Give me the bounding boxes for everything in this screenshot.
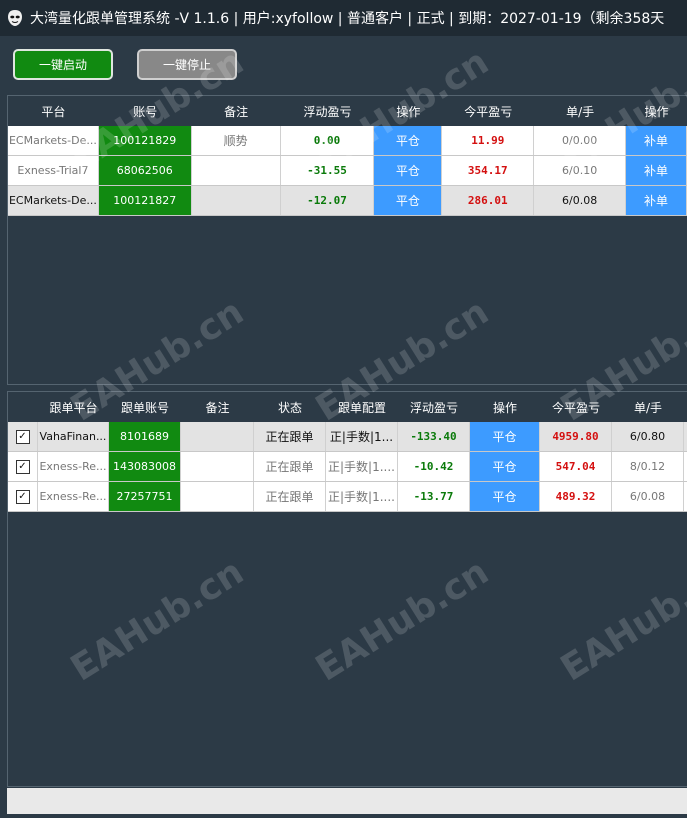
master-table-header: 平台 账号 备注 浮动盈亏 操作 今平盈亏 单/手 操作 — [8, 96, 687, 126]
col-orders-lots[interactable]: 单/手 — [612, 392, 684, 422]
close-position-button[interactable]: 平仓 — [374, 186, 443, 215]
note-cell[interactable]: 顺势 — [192, 126, 281, 155]
add-order-button[interactable]: 补单 — [626, 126, 687, 155]
orders-lots-cell: 6/0.08 — [612, 482, 684, 511]
col-note[interactable]: 备注 — [181, 392, 254, 422]
mask-app-icon — [8, 10, 22, 26]
today-pl-cell: 11.99 — [442, 126, 535, 155]
platform-cell: Exness-Trial7 — [8, 156, 99, 185]
today-pl-cell: 489.32 — [540, 482, 612, 511]
col-follow-config[interactable]: 跟单配置 — [326, 392, 398, 422]
platform-cell: VahaFinan... — [38, 422, 109, 451]
col-today-pl[interactable]: 今平盈亏 — [442, 96, 534, 126]
col-today-pl[interactable]: 今平盈亏 — [540, 392, 612, 422]
config-cell[interactable]: 正|手数|1... — [326, 422, 398, 451]
note-cell[interactable] — [181, 482, 254, 511]
follower-table-header: 跟单平台 跟单账号 备注 状态 跟单配置 浮动盈亏 操作 今平盈亏 单/手 — [8, 392, 687, 422]
account-cell: 100121827 — [98, 186, 192, 215]
col-follow-platform[interactable]: 跟单平台 — [38, 392, 109, 422]
window-title: 大湾量化跟单管理系统 -V 1.1.6 | 用户:xyfollow | 普通客户… — [30, 11, 665, 27]
col-select — [8, 392, 38, 422]
orders-lots-cell: 6/0.80 — [612, 422, 684, 451]
table-row[interactable]: Exness-Trial7 68062506 -31.55 平仓 354.17 … — [8, 156, 687, 186]
col-platform[interactable]: 平台 — [8, 96, 99, 126]
float-pl-cell: -133.40 — [398, 422, 470, 451]
platform-cell: ECMarkets-De... — [8, 186, 99, 215]
account-cell: 27257751 — [109, 482, 181, 511]
table-row[interactable]: ✓ VahaFinan... 8101689 正在跟单 正|手数|1... -1… — [8, 422, 687, 452]
col-orders-lots[interactable]: 单/手 — [534, 96, 626, 126]
col-operation[interactable]: 操作 — [470, 392, 540, 422]
follower-account-table: 跟单平台 跟单账号 备注 状态 跟单配置 浮动盈亏 操作 今平盈亏 单/手 ✓ … — [7, 391, 687, 787]
status-cell: 正在跟单 — [254, 482, 326, 511]
close-position-button[interactable]: 平仓 — [470, 452, 540, 481]
note-cell[interactable] — [181, 422, 254, 451]
platform-cell: ECMarkets-De... — [8, 126, 99, 155]
table-row[interactable]: ECMarkets-De... 100121827 -12.07 平仓 286.… — [8, 186, 687, 216]
title-bar: 大湾量化跟单管理系统 -V 1.1.6 | 用户:xyfollow | 普通客户… — [0, 0, 687, 36]
note-cell[interactable] — [192, 186, 281, 215]
orders-lots-cell: 8/0.12 — [612, 452, 684, 481]
start-all-button[interactable]: 一键启动 — [13, 49, 113, 80]
checkbox-cell[interactable]: ✓ — [8, 482, 38, 511]
platform-cell: Exness-Re... — [38, 482, 109, 511]
checkbox-cell[interactable]: ✓ — [8, 422, 38, 451]
add-order-button[interactable]: 补单 — [626, 186, 687, 215]
row-checkbox[interactable]: ✓ — [15, 489, 30, 504]
float-pl-cell: -12.07 — [281, 186, 375, 215]
today-pl-cell: 286.01 — [442, 186, 535, 215]
account-cell: 68062506 — [98, 156, 192, 185]
master-account-table: 平台 账号 备注 浮动盈亏 操作 今平盈亏 单/手 操作 ECMarkets-D… — [7, 95, 687, 385]
col-operation[interactable]: 操作 — [374, 96, 442, 126]
col-operation-2[interactable]: 操作 — [626, 96, 687, 126]
col-float-pl[interactable]: 浮动盈亏 — [281, 96, 375, 126]
today-pl-cell: 547.04 — [540, 452, 612, 481]
status-cell: 正在跟单 — [254, 452, 326, 481]
table-row[interactable]: ECMarkets-De... 100121829 顺势 0.00 平仓 11.… — [8, 126, 687, 156]
platform-cell: Exness-Re... — [38, 452, 109, 481]
col-status[interactable]: 状态 — [254, 392, 326, 422]
config-cell[interactable]: 正|手数|1.... — [326, 452, 398, 481]
orders-lots-cell: 6/0.10 — [534, 156, 627, 185]
col-note[interactable]: 备注 — [192, 96, 281, 126]
close-position-button[interactable]: 平仓 — [470, 422, 540, 451]
row-checkbox[interactable]: ✓ — [15, 429, 30, 444]
col-float-pl[interactable]: 浮动盈亏 — [398, 392, 470, 422]
table-row[interactable]: ✓ Exness-Re... 143083008 正在跟单 正|手数|1....… — [8, 452, 687, 482]
float-pl-cell: -13.77 — [398, 482, 470, 511]
col-follow-account[interactable]: 跟单账号 — [109, 392, 181, 422]
config-cell[interactable]: 正|手数|1.... — [326, 482, 398, 511]
table-row[interactable]: ✓ Exness-Re... 27257751 正在跟单 正|手数|1.... … — [8, 482, 687, 512]
status-bar — [7, 788, 687, 814]
note-cell[interactable] — [192, 156, 281, 185]
today-pl-cell: 4959.80 — [540, 422, 612, 451]
status-cell: 正在跟单 — [254, 422, 326, 451]
close-position-button[interactable]: 平仓 — [374, 156, 443, 185]
float-pl-cell: 0.00 — [281, 126, 375, 155]
row-checkbox[interactable]: ✓ — [15, 459, 30, 474]
add-order-button[interactable]: 补单 — [626, 156, 687, 185]
account-cell: 8101689 — [109, 422, 181, 451]
stop-all-button[interactable]: 一键停止 — [137, 49, 237, 80]
float-pl-cell: -31.55 — [281, 156, 375, 185]
note-cell[interactable] — [181, 452, 254, 481]
orders-lots-cell: 6/0.08 — [534, 186, 627, 215]
close-position-button[interactable]: 平仓 — [470, 482, 540, 511]
account-cell: 143083008 — [109, 452, 181, 481]
today-pl-cell: 354.17 — [442, 156, 535, 185]
float-pl-cell: -10.42 — [398, 452, 470, 481]
orders-lots-cell: 0/0.00 — [534, 126, 627, 155]
account-cell: 100121829 — [98, 126, 192, 155]
checkbox-cell[interactable]: ✓ — [8, 452, 38, 481]
close-position-button[interactable]: 平仓 — [374, 126, 443, 155]
col-account[interactable]: 账号 — [99, 96, 192, 126]
